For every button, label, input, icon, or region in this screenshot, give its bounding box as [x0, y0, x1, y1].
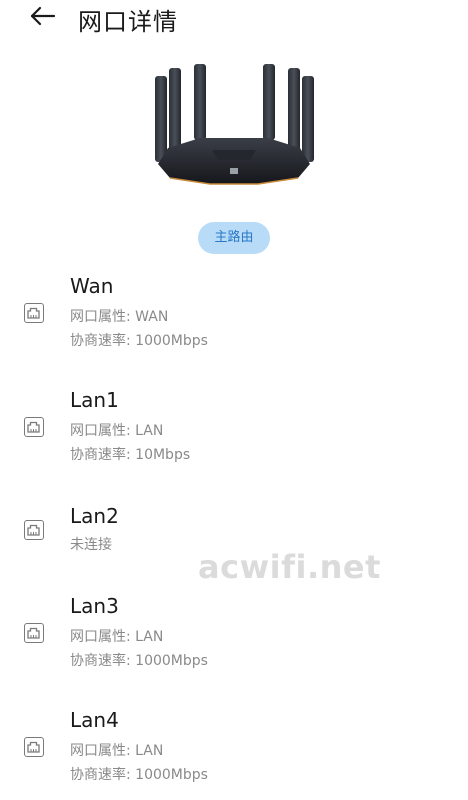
watermark: acwifi.net [198, 548, 381, 586]
main-router-badge: 主路由 [198, 222, 270, 254]
ethernet-port-icon [24, 623, 44, 643]
back-button[interactable] [28, 2, 58, 30]
port-attribute: 网口属性: LAN [70, 629, 164, 645]
port-name: Lan3 [70, 594, 119, 618]
ethernet-port-icon [24, 417, 44, 437]
app-header: 网口详情 [0, 0, 468, 36]
port-speed: 协商速率: 1000Mbps [70, 333, 208, 349]
arrow-left-icon [30, 6, 56, 26]
ethernet-port-icon [24, 303, 44, 323]
port-name: Wan [70, 274, 114, 298]
port-name: Lan2 [70, 504, 119, 528]
port-item-wan[interactable]: Wan 网口属性: WAN 协商速率: 1000Mbps [0, 270, 468, 366]
port-item-lan4[interactable]: Lan4 网口属性: LAN 协商速率: 1000Mbps [0, 704, 468, 800]
port-speed: 协商速率: 1000Mbps [70, 653, 208, 669]
port-speed: 协商速率: 1000Mbps [70, 767, 208, 783]
port-item-lan3[interactable]: Lan3 网口属性: LAN 协商速率: 1000Mbps [0, 590, 468, 686]
port-attribute: 网口属性: LAN [70, 743, 164, 759]
port-status: 未连接 [70, 537, 112, 553]
port-speed: 协商速率: 10Mbps [70, 447, 191, 463]
ethernet-port-icon [24, 737, 44, 757]
port-name: Lan4 [70, 708, 119, 732]
ethernet-port-icon [24, 520, 44, 540]
port-name: Lan1 [70, 388, 119, 412]
router-image [155, 64, 314, 185]
port-item-lan1[interactable]: Lan1 网口属性: LAN 协商速率: 10Mbps [0, 384, 468, 480]
port-attribute: 网口属性: WAN [70, 309, 169, 325]
port-attribute: 网口属性: LAN [70, 423, 164, 439]
page-title: 网口详情 [78, 8, 178, 36]
